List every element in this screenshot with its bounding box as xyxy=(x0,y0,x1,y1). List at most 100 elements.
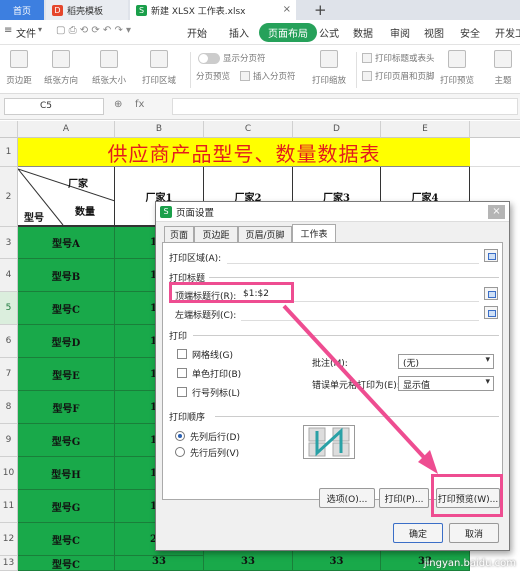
column-header-empty[interactable] xyxy=(470,121,520,138)
empty-cell[interactable] xyxy=(470,138,520,167)
row-header[interactable]: 9 xyxy=(0,424,18,457)
menu-developer[interactable]: 开发工 xyxy=(495,25,520,40)
model-cell[interactable]: 型号A xyxy=(18,227,115,259)
value-cell[interactable]: 33 xyxy=(115,556,204,571)
menu-file[interactable]: 文件 xyxy=(16,25,36,40)
orientation-button[interactable]: 纸张方向 xyxy=(38,50,84,86)
cancel-button[interactable]: 取消 xyxy=(449,523,499,543)
comments-select[interactable]: (无) xyxy=(398,354,494,369)
model-cell[interactable]: 型号F xyxy=(18,391,115,424)
margins-button[interactable]: 页边距 xyxy=(0,50,42,86)
model-cell[interactable]: 型号C xyxy=(18,556,115,571)
menu-insert[interactable]: 插入 xyxy=(229,25,249,40)
row-header[interactable]: 3 xyxy=(0,227,18,259)
tab-page[interactable]: 页面 xyxy=(164,226,194,242)
zoom-icon[interactable]: ⊕ xyxy=(114,99,122,110)
rowcol-headers-checkbox[interactable] xyxy=(177,387,187,397)
left-cols-field[interactable] xyxy=(241,307,479,321)
print-area-button[interactable]: 打印区域 xyxy=(136,50,182,86)
model-cell[interactable]: 型号G xyxy=(18,490,115,523)
range-picker-icon[interactable] xyxy=(484,287,498,300)
column-header[interactable]: E xyxy=(381,121,470,138)
row-header[interactable]: 13 xyxy=(0,556,18,571)
print-titles-button[interactable]: 打印标题或表头 xyxy=(362,52,435,64)
paper-size-button[interactable]: 纸张大小 xyxy=(86,50,132,86)
tab-margins[interactable]: 页边距 xyxy=(194,226,238,242)
model-cell[interactable]: 型号B xyxy=(18,259,115,292)
model-cell[interactable]: 型号G xyxy=(18,424,115,457)
select-all-corner[interactable] xyxy=(0,121,18,138)
chevron-down-icon[interactable]: ▾ xyxy=(38,25,42,34)
print-preview-ribbon-button[interactable]: 打印预览 xyxy=(434,50,480,86)
theme-label: 主题 xyxy=(494,76,512,86)
dialog-title-bar[interactable]: S 页面设置 × xyxy=(156,202,509,222)
divider xyxy=(209,277,499,278)
row-header[interactable]: 12 xyxy=(0,523,18,556)
insert-page-break-label: 插入分页符 xyxy=(253,72,296,82)
row-header[interactable]: 2 xyxy=(0,167,18,227)
close-tab-icon[interactable]: × xyxy=(283,4,291,15)
ok-button[interactable]: 确定 xyxy=(393,523,443,543)
paper-size-icon xyxy=(100,50,118,68)
column-header[interactable]: C xyxy=(204,121,293,138)
model-cell[interactable]: 型号E xyxy=(18,358,115,391)
print-area-field[interactable] xyxy=(227,250,479,264)
close-icon[interactable]: × xyxy=(488,205,505,219)
show-page-break-toggle[interactable]: 显示分页符 xyxy=(198,52,266,64)
range-picker-icon[interactable] xyxy=(484,306,498,319)
page-break-preview-button[interactable]: 分页预览 xyxy=(196,70,230,82)
row-header[interactable]: 8 xyxy=(0,391,18,424)
row-header[interactable]: 11 xyxy=(0,490,18,523)
menu-security[interactable]: 安全 xyxy=(460,25,480,40)
column-header[interactable]: D xyxy=(293,121,381,138)
row-header[interactable]: 10 xyxy=(0,457,18,490)
tab-home[interactable]: 首页 xyxy=(0,0,44,20)
sheet-title-cell[interactable]: 供应商产品型号、数量数据表 xyxy=(18,138,470,167)
model-cell[interactable]: 型号H xyxy=(18,457,115,490)
value-cell[interactable]: 33 xyxy=(293,556,381,571)
gridlines-checkbox[interactable] xyxy=(177,349,187,359)
tab-workbook[interactable]: S 新建 XLSX 工作表.xlsx × xyxy=(130,0,296,20)
order-down-radio[interactable] xyxy=(175,431,185,441)
print-titles-label: 打印标题或表头 xyxy=(375,54,435,64)
menu-data[interactable]: 数据 xyxy=(353,25,373,40)
name-box[interactable]: C5 xyxy=(4,98,104,115)
menu-formulas[interactable]: 公式 xyxy=(319,25,339,40)
print-button[interactable]: 打印(P)... xyxy=(379,488,429,508)
print-preview-icon xyxy=(448,50,466,68)
row-header-selected[interactable]: 5 xyxy=(0,292,18,325)
print-scaling-button[interactable]: 打印缩放 xyxy=(306,50,352,86)
insert-page-break-button[interactable]: 插入分页符 xyxy=(240,70,296,82)
column-header[interactable]: B xyxy=(115,121,204,138)
tab-docer[interactable]: D 稻壳模板 xyxy=(46,0,128,20)
row-header[interactable]: 7 xyxy=(0,358,18,391)
tab-header-footer[interactable]: 页眉/页脚 xyxy=(238,226,292,242)
column-header[interactable]: A xyxy=(18,121,115,138)
menu-page-layout[interactable]: 页面布局 xyxy=(259,23,317,42)
row-header[interactable]: 4 xyxy=(0,259,18,292)
hamburger-icon[interactable]: ≡ xyxy=(4,25,12,36)
model-cell[interactable]: 型号C xyxy=(18,292,115,325)
mono-checkbox[interactable] xyxy=(177,368,187,378)
function-icon[interactable]: fx xyxy=(135,99,144,110)
menu-home[interactable]: 开始 xyxy=(187,25,207,40)
order-over-radio[interactable] xyxy=(175,447,185,457)
theme-button[interactable]: 主题 xyxy=(480,50,520,86)
errors-select[interactable]: 显示值 xyxy=(398,376,494,391)
tab-sheet[interactable]: 工作表 xyxy=(292,224,336,242)
new-tab-button[interactable]: + xyxy=(314,1,327,19)
corner-header-cell[interactable]: 厂家 数量 型号 xyxy=(18,167,115,227)
model-cell[interactable]: 型号C xyxy=(18,523,115,556)
toolbar-quick-icons[interactable]: ▢ ⎙ ⟲ ⟳ ↶ ↷ ▾ xyxy=(56,25,131,36)
row-header[interactable]: 1 xyxy=(0,138,18,167)
menu-review[interactable]: 审阅 xyxy=(390,25,410,40)
value-cell[interactable]: 33 xyxy=(204,556,293,571)
model-cell[interactable]: 型号D xyxy=(18,325,115,358)
menu-view[interactable]: 视图 xyxy=(424,25,444,40)
formula-input[interactable] xyxy=(172,98,518,115)
options-button[interactable]: 选项(O)... xyxy=(319,488,375,508)
mono-label: 单色打印(B) xyxy=(192,370,242,380)
range-picker-icon[interactable] xyxy=(484,249,498,262)
header-footer-button[interactable]: 打印页眉和页脚 xyxy=(362,70,435,82)
row-header[interactable]: 6 xyxy=(0,325,18,358)
